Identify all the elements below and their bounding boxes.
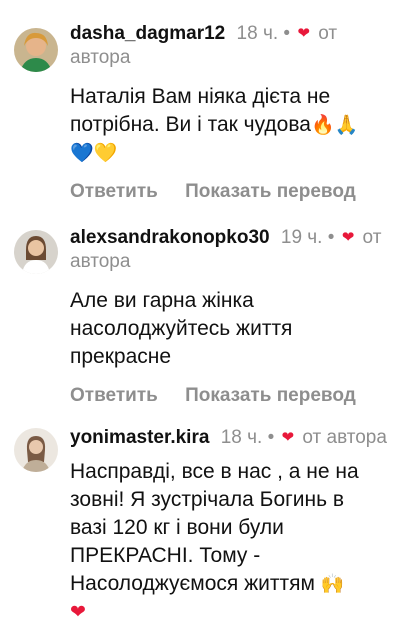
comment-text: Насправді, все в нас , а не на зовні! Я … xyxy=(70,458,402,626)
reply-button[interactable]: Ответить xyxy=(70,181,158,202)
show-translation-button[interactable]: Показать перевод xyxy=(185,385,356,406)
comment-text-line: ПРЕКРАСНІ. Тому - xyxy=(70,544,261,567)
comment-text-line: Але ви гарна жінка xyxy=(70,289,254,312)
username[interactable]: yonimaster.kira xyxy=(70,427,209,448)
red-heart-icon: ❤ xyxy=(281,429,295,446)
from-author-label-cont: автора xyxy=(70,47,131,68)
avatar[interactable] xyxy=(14,28,58,72)
comment-text-line: вазі 120 кг і вони були xyxy=(70,516,284,539)
comment-text: Але ви гарна жінка насолоджуйтесь життя … xyxy=(70,287,402,371)
comment-actions: Ответить Показать перевод xyxy=(70,181,402,203)
comment-actions: Ответить Показать перевод xyxy=(70,385,402,407)
yellow-heart-icon: 💛 xyxy=(93,142,118,164)
comment-text-line: зовні! Я зустрічала Богинь в xyxy=(70,488,345,511)
username[interactable]: alexsandrakonopko30 xyxy=(70,227,270,248)
comment-meta: yonimaster.kira 18 ч. • ❤ от автора xyxy=(70,426,402,450)
from-author-label: от автора xyxy=(302,427,387,448)
comment-text-line: потрібна. Ви і так чудова xyxy=(70,113,311,136)
avatar[interactable] xyxy=(14,230,58,274)
from-author-label: от xyxy=(318,23,338,44)
raising-hands-icon: 🙌 xyxy=(320,573,345,595)
username[interactable]: dasha_dagmar12 xyxy=(70,23,225,44)
timestamp: 18 ч. xyxy=(220,427,263,448)
reply-button[interactable]: Ответить xyxy=(70,385,158,406)
comment-text-line: Насолоджуємося життям xyxy=(70,572,315,595)
blue-heart-icon: 💙 xyxy=(70,142,94,164)
comment-text-line: прекрасне xyxy=(70,345,172,368)
red-heart-icon: ❤ xyxy=(341,229,355,246)
comment-text-line: насолоджуйтесь життя xyxy=(70,317,293,340)
comment-text-line: Насправді, все в нас , а не на xyxy=(70,460,359,483)
avatar[interactable] xyxy=(14,428,58,472)
comment-meta: alexsandrakonopko30 19 ч. • ❤ от автора xyxy=(70,226,402,274)
show-translation-button[interactable]: Показать перевод xyxy=(185,181,356,202)
separator-dot: • xyxy=(283,23,291,44)
separator-dot: • xyxy=(327,227,335,248)
timestamp: 18 ч. xyxy=(236,23,279,44)
from-author-label-cont: автора xyxy=(70,251,131,272)
comment-text-line: Наталія Вам ніяка дієта не xyxy=(70,85,331,108)
comment-text: Наталія Вам ніяка дієта не потрібна. Ви … xyxy=(70,83,402,167)
folded-hands-icon: 🙏 xyxy=(334,114,359,136)
red-heart-icon: ❤ xyxy=(70,601,86,623)
timestamp: 19 ч. xyxy=(280,227,323,248)
red-heart-icon: ❤ xyxy=(297,25,310,42)
fire-icon: 🔥 xyxy=(310,114,335,136)
comment-meta: dasha_dagmar12 18 ч. • ❤ от автора xyxy=(70,22,402,70)
from-author-label: от xyxy=(362,227,382,248)
separator-dot: • xyxy=(267,427,275,448)
